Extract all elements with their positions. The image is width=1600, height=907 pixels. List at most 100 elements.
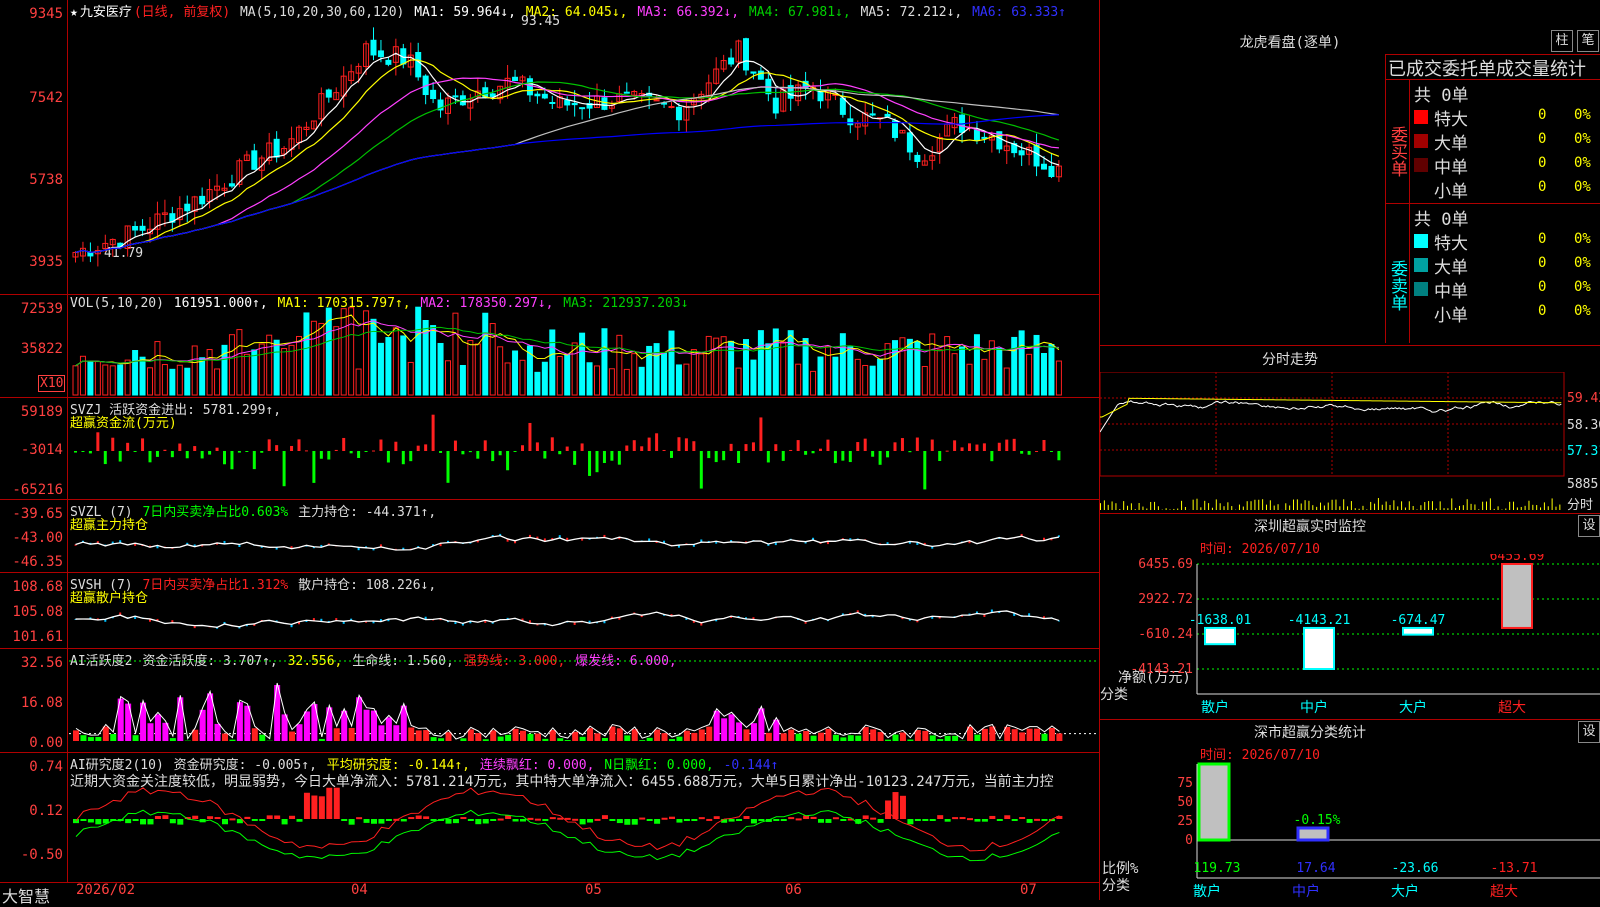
intraday-volume-bar — [1239, 505, 1240, 510]
activity-bar — [80, 735, 86, 741]
monitor-value-label: -4143.21 — [1288, 613, 1351, 628]
monitor-ytick: 6455.69 — [1138, 557, 1193, 572]
fund-flow-bar — [596, 451, 599, 472]
research-panel[interactable]: 0.74 0.12 -0.50 AI研究度2(10) 资金研究度: -0.005… — [0, 753, 1099, 882]
intraday-volume-bar — [1177, 509, 1178, 510]
fund-flow-bar — [327, 451, 330, 460]
order-type-label: 中单 — [1434, 153, 1468, 178]
intraday-volume-bar — [1154, 502, 1155, 510]
fund-flow-bar — [752, 442, 755, 451]
monitor-settings-button[interactable]: 设 — [1578, 515, 1600, 537]
fund-flow-bar — [894, 442, 897, 451]
classify-ytick: 25 — [1177, 814, 1193, 829]
sell-side-label: 委卖单 — [1386, 203, 1410, 343]
activity-bar — [349, 728, 355, 741]
monitor-title: 深圳超赢实时监控 — [1100, 516, 1520, 536]
classify-settings-button[interactable]: 设 — [1578, 721, 1600, 743]
bar-mode-button[interactable]: 柱 — [1551, 30, 1573, 52]
intraday-chart[interactable] — [1100, 372, 1565, 512]
svzj-panel[interactable]: 59189 -3014 -65216 SVZJ 活跃资金进出: 5781.299… — [0, 398, 1099, 500]
monitor-value-label: 6455.69 — [1490, 554, 1545, 564]
fund-flow-bar — [89, 451, 92, 453]
monitor-bar-chart[interactable]: 6455.692922.72-610.24-4143.21-1638.01散户-… — [1100, 554, 1600, 719]
volume-chart[interactable] — [69, 295, 1098, 397]
research-bar — [483, 819, 489, 823]
intraday-volume-bar — [1305, 500, 1306, 510]
intraday-average-line — [1100, 398, 1561, 417]
activity-bar — [542, 739, 548, 741]
research-bar — [878, 819, 884, 823]
fund-flow-bar — [581, 443, 584, 451]
intraday-volume-bar — [1370, 502, 1371, 510]
volume-bar — [1012, 337, 1017, 395]
order-count: 0 — [1538, 107, 1546, 123]
fund-flow-bar — [111, 438, 114, 451]
classify-bar — [1298, 828, 1328, 840]
volume-bar — [632, 354, 637, 395]
volume-panel[interactable]: 72539 35822 X10 VOL(5,10,20) 161951.000↑… — [0, 295, 1099, 398]
intraday-volume-bar — [1509, 502, 1510, 510]
volume-bar — [848, 347, 853, 395]
research-bar — [684, 819, 690, 821]
activity-bar — [729, 714, 735, 741]
fund-flow-bar — [506, 451, 509, 470]
candle-body — [751, 72, 756, 73]
fund-flow-bar — [700, 451, 703, 489]
activity-bar — [803, 731, 809, 741]
intraday-panel[interactable]: 分时走势 59.42 58.36 57.31 5885 分时 — [1099, 345, 1600, 513]
intraday-volume-bar — [1552, 498, 1553, 510]
fund-flow-bar — [491, 451, 494, 461]
svsh-panel[interactable]: 108.68 105.08 101.61 SVSH (7) 7日内买卖净占比1.… — [0, 573, 1099, 649]
research-bar — [937, 815, 943, 819]
volume-bar — [595, 366, 600, 395]
tick-mode-button[interactable]: 笔 — [1577, 30, 1599, 52]
intraday-volume-bar — [1467, 499, 1468, 510]
activity-bar — [714, 711, 720, 741]
fund-flow-bar — [201, 451, 204, 458]
activity-bar — [855, 736, 861, 741]
candle-body — [371, 40, 376, 55]
activity-bar — [870, 729, 876, 741]
legend-swatch — [1414, 110, 1428, 124]
intraday-ytick: 58.36 — [1567, 418, 1600, 433]
research-bar — [215, 817, 221, 819]
fund-flow-bar — [387, 451, 390, 462]
svzl-panel[interactable]: -39.65 -43.00 -46.35 SVZL (7) 7日内买卖净占比0.… — [0, 500, 1099, 573]
order-count: 0 — [1538, 131, 1546, 147]
classify-panel[interactable]: 深市超赢分类统计 设 时间: 2026/07/10 比例% 分类 7550250… — [1099, 719, 1600, 900]
intraday-volume-bar — [1181, 501, 1182, 510]
ai-activity-panel[interactable]: 32.56 16.08 0.00 AI活跃度2 资金活跃度: 3.707↑, 3… — [0, 649, 1099, 753]
research-bar — [922, 819, 928, 821]
monitor-panel[interactable]: 深圳超赢实时监控 设 时间: 2026/07/10 净额(万元) 分类 6455… — [1099, 513, 1600, 719]
intraday-volume-bar — [1131, 503, 1132, 510]
svzl-line-chart[interactable] — [69, 500, 1098, 572]
intraday-volume-bar — [1378, 498, 1379, 510]
fund-flow-bar — [394, 442, 397, 451]
candlestick-chart[interactable] — [69, 0, 1098, 294]
ai-y-axis: 32.56 16.08 0.00 — [0, 649, 68, 752]
activity-bar — [811, 736, 817, 741]
activity-bar — [825, 729, 831, 741]
research-bar — [475, 819, 481, 824]
intraday-volume-bar — [1405, 508, 1406, 510]
intraday-volume-bar — [1393, 500, 1394, 510]
activity-bar — [110, 734, 116, 741]
volume-bar — [282, 349, 287, 395]
activity-bar — [378, 725, 384, 741]
intraday-volume-bar — [1548, 506, 1549, 510]
fund-flow-bar — [424, 444, 427, 451]
research-bar — [662, 818, 668, 820]
volume-bar — [796, 364, 801, 395]
volume-bar — [95, 362, 100, 395]
svsh-line-chart[interactable] — [69, 573, 1098, 648]
research-bar — [825, 819, 831, 823]
research-chart[interactable] — [69, 753, 1098, 881]
svsh-y-axis: 108.68 105.08 101.61 — [0, 573, 68, 648]
ai-activity-chart[interactable] — [69, 649, 1098, 752]
research-bar — [1042, 819, 1048, 821]
classify-bar-chart[interactable]: 7550250-0.15%119.73散户17.64中户-23.66大户-13.… — [1100, 760, 1600, 901]
fund-flow-bar — [856, 442, 859, 451]
intraday-volume-bar — [1308, 501, 1309, 510]
price-panel[interactable]: 9345 7542 5738 3935 ★九安医疗(日线, 前复权) MA(5,… — [0, 0, 1099, 295]
svzj-bar-chart[interactable] — [69, 398, 1098, 499]
